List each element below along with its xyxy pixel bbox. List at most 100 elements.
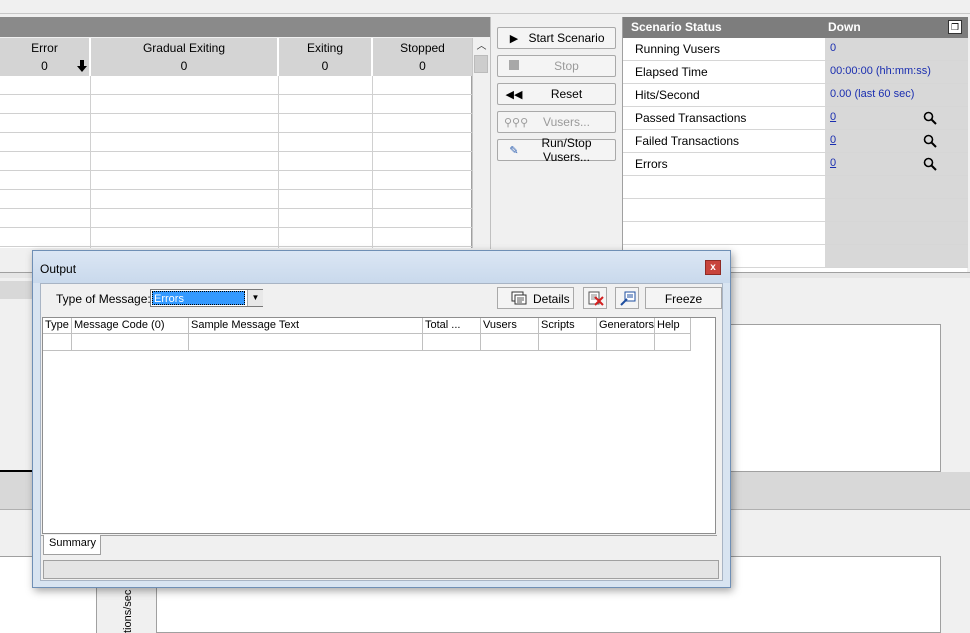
status-value-cell: 00:00:00 (hh:mm:ss)	[825, 61, 968, 83]
status-row-empty	[623, 199, 968, 222]
table-cell[interactable]	[655, 334, 691, 351]
export-icon	[620, 291, 636, 306]
grid-header-value: 0	[321, 59, 329, 73]
table-cell[interactable]	[189, 334, 423, 351]
status-row-empty	[623, 176, 968, 199]
output-dialog-titlebar[interactable]: Output x	[33, 251, 730, 283]
status-row-elapsed-time: Elapsed Time 00:00:00 (hh:mm:ss)	[623, 61, 968, 84]
status-row-running-vusers: Running Vusers 0	[623, 38, 968, 61]
scroll-thumb[interactable]	[474, 55, 488, 73]
delete-icon	[588, 291, 604, 306]
chart-y-axis-label-wrap: tions/sec	[118, 586, 148, 633]
restore-window-icon[interactable]: ❐	[948, 20, 962, 34]
grid-header-error[interactable]: Error 0	[0, 38, 90, 76]
table-cell[interactable]	[597, 334, 655, 351]
grid-header-stopped[interactable]: Stopped 0	[373, 38, 472, 76]
table-cell[interactable]	[481, 334, 539, 351]
export-messages-button[interactable]	[615, 287, 639, 309]
type-of-message-value: Errors	[152, 291, 245, 305]
grid-vertical-scrollbar[interactable]: ︿	[472, 38, 489, 248]
grid-row[interactable]	[0, 152, 472, 171]
grid-row[interactable]	[0, 95, 472, 114]
status-label: Failed Transactions	[635, 134, 740, 148]
run-stop-vusers-icon: ✎	[509, 144, 519, 157]
output-messages-table: Type Message Code (0) Sample Message Tex…	[42, 317, 716, 534]
table-cell[interactable]	[43, 334, 72, 351]
freeze-label: Freeze	[664, 292, 703, 306]
status-value-cell	[825, 222, 968, 244]
run-stop-vusers-button[interactable]: ✎ Run/Stop Vusers...	[497, 136, 616, 164]
column-header-sample-message-text[interactable]: Sample Message Text	[189, 318, 423, 334]
status-label: Hits/Second	[635, 88, 700, 102]
grid-row[interactable]	[0, 190, 472, 209]
reset-button[interactable]: ◀◀ Reset	[497, 83, 616, 105]
status-value-cell: 0	[825, 107, 968, 129]
table-cell[interactable]	[423, 334, 481, 351]
vusers-button[interactable]: ⚲⚲⚲ Vusers...	[497, 111, 616, 133]
details-button[interactable]: Details	[497, 287, 574, 309]
grid-header-exiting[interactable]: Exiting 0	[279, 38, 372, 76]
grid-row[interactable]	[0, 171, 472, 190]
column-header-vusers[interactable]: Vusers	[481, 318, 539, 334]
top-strip	[0, 0, 970, 14]
column-header-scripts[interactable]: Scripts	[539, 318, 597, 334]
column-header-generators[interactable]: Generators	[597, 318, 655, 334]
magnifier-icon[interactable]	[923, 157, 937, 171]
run-stop-vusers-label: Run/Stop Vusers...	[541, 136, 592, 164]
vuser-status-grid: Error 0 Gradual Exiting 0 Exiting 0 Stop…	[0, 38, 472, 248]
start-scenario-label: Start Scenario	[528, 31, 605, 45]
grid-header-gradual-exiting[interactable]: Gradual Exiting 0	[91, 38, 278, 76]
status-value-cell	[825, 245, 968, 267]
status-label: Elapsed Time	[635, 65, 708, 79]
magnifier-icon[interactable]	[923, 111, 937, 125]
scenario-status-panel: Scenario Status Down ❐ Running Vusers 0 …	[622, 17, 968, 272]
stop-button[interactable]: Stop	[497, 55, 616, 77]
start-scenario-button[interactable]: ▶ Start Scenario	[497, 27, 616, 49]
grid-header-value: 0	[180, 59, 188, 73]
status-value-cell	[825, 199, 968, 221]
table-cell[interactable]	[539, 334, 597, 351]
column-header-help[interactable]: Help	[655, 318, 691, 334]
close-icon[interactable]: x	[705, 260, 721, 275]
grid-row[interactable]	[0, 209, 472, 228]
status-label: Errors	[635, 157, 668, 171]
errors-link[interactable]: 0	[830, 157, 836, 169]
chevron-down-icon[interactable]: ▼	[247, 290, 263, 306]
failed-transactions-link[interactable]: 0	[830, 134, 836, 146]
column-header-message-code[interactable]: Message Code (0)	[72, 318, 189, 334]
status-value-cell: 0.00 (last 60 sec)	[825, 84, 968, 106]
grid-row[interactable]	[0, 228, 472, 247]
stop-label: Stop	[554, 59, 579, 73]
table-cell[interactable]	[72, 334, 189, 351]
grid-header-label: Error	[31, 41, 58, 55]
grid-row[interactable]	[0, 114, 472, 133]
status-value-cell: 0	[825, 153, 968, 175]
grid-header-label: Stopped	[400, 41, 445, 55]
output-status-bar	[43, 560, 719, 579]
type-of-message-select[interactable]: Errors ▼	[150, 289, 263, 307]
scroll-up-icon[interactable]: ︿	[473, 38, 490, 55]
down-arrow-icon[interactable]	[77, 60, 87, 72]
column-header-total[interactable]: Total ...	[423, 318, 481, 334]
status-row-failed-transactions: Failed Transactions 0	[623, 130, 968, 153]
graph-legend-area	[728, 324, 941, 472]
output-dialog-title: Output	[40, 262, 77, 276]
remove-messages-button[interactable]	[583, 287, 607, 309]
grid-header-value: 0	[41, 59, 48, 73]
grid-divider	[278, 76, 279, 248]
output-dialog-body: Type of Message: Errors ▼ Details Freeze…	[40, 283, 723, 581]
scenario-status-title: Scenario Status	[631, 20, 722, 34]
freeze-button[interactable]: Freeze	[645, 287, 722, 309]
scenario-status-header: Scenario Status Down ❐	[623, 17, 968, 38]
graph-tree-header	[0, 281, 36, 299]
type-of-message-label: Type of Message:	[56, 292, 151, 306]
tab-summary[interactable]: Summary	[43, 535, 101, 555]
column-header-type[interactable]: Type	[43, 318, 72, 334]
details-icon	[511, 291, 527, 305]
magnifier-icon[interactable]	[923, 134, 937, 148]
grid-row[interactable]	[0, 76, 472, 95]
status-label: Passed Transactions	[635, 111, 747, 125]
grid-row[interactable]	[0, 133, 472, 152]
passed-transactions-link[interactable]: 0	[830, 111, 836, 123]
rewind-icon: ◀◀	[505, 88, 523, 101]
